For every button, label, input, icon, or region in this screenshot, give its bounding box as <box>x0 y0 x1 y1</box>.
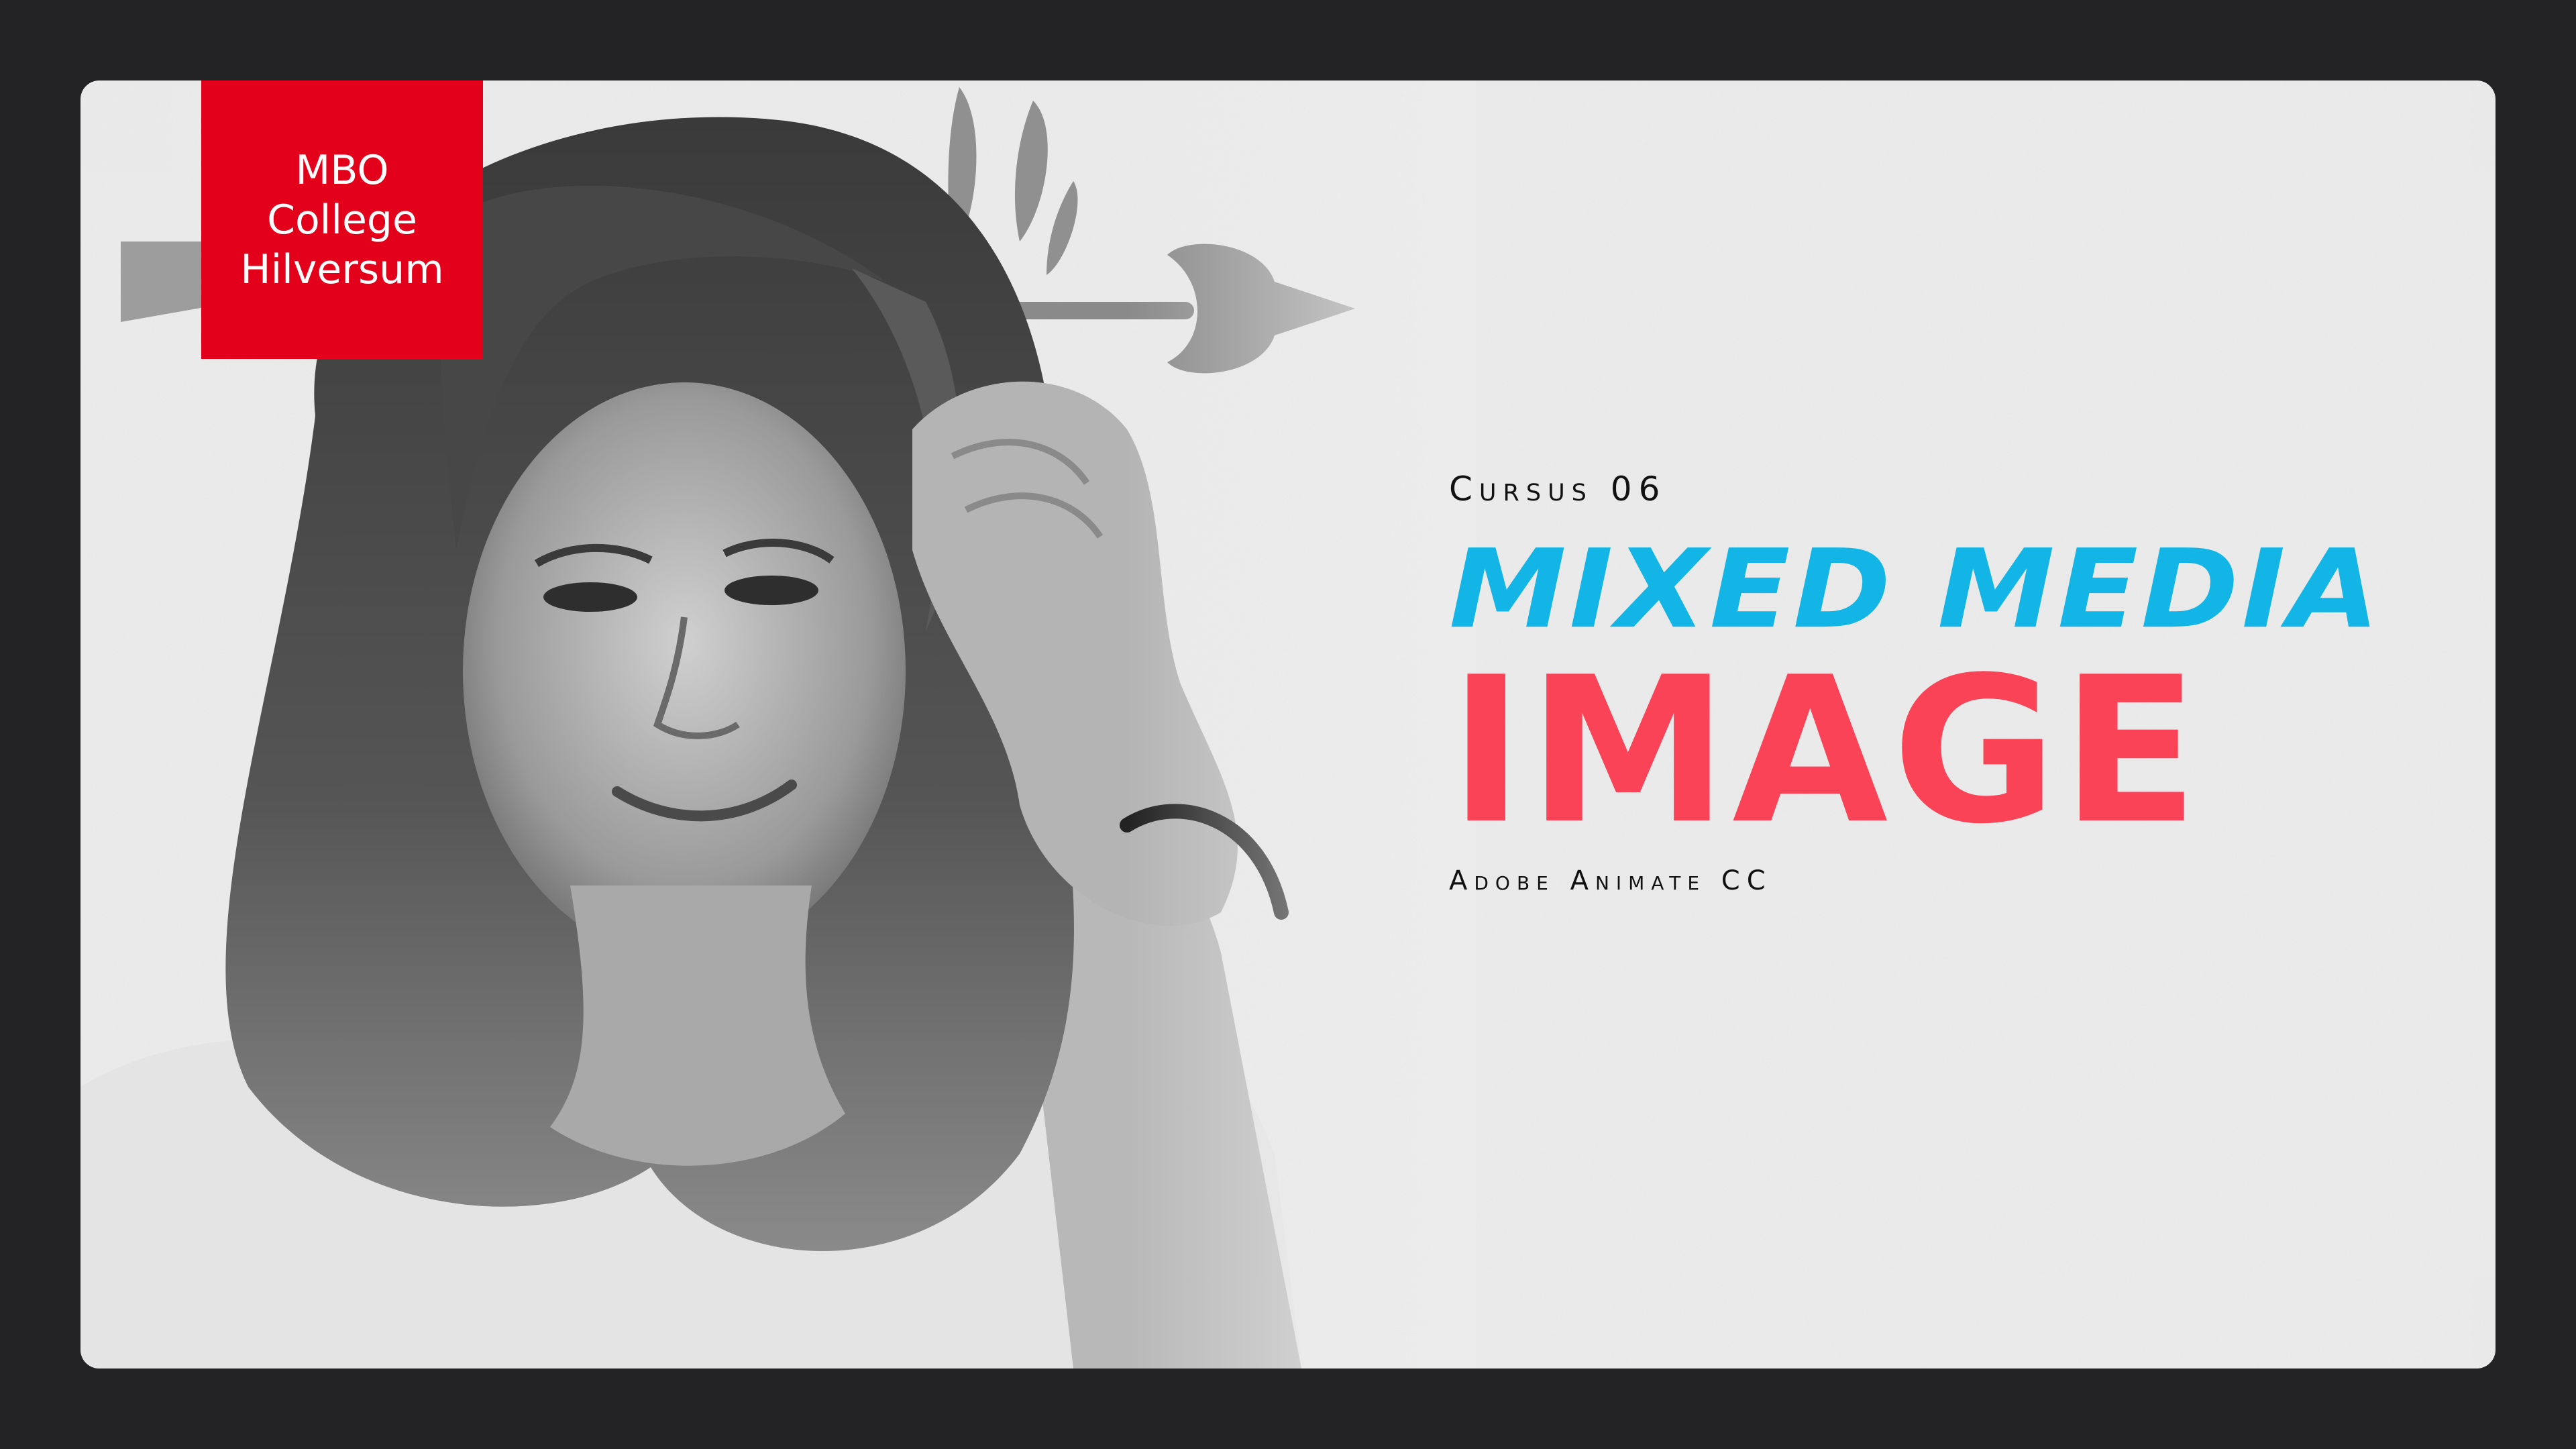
logo-line-2: College <box>267 196 417 244</box>
slide-card: MBO College Hilversum Cursus 06 MIXED ME… <box>80 80 2496 1368</box>
title-image: IMAGE <box>1449 634 2203 868</box>
title-mixed-media: MIXED MEDIA <box>1449 526 2383 653</box>
college-logo: MBO College Hilversum <box>201 80 483 359</box>
logo-line-1: MBO <box>295 146 389 194</box>
course-label: Cursus 06 <box>1449 470 1667 508</box>
title-block: Cursus 06 MIXED MEDIA IMAGE Adobe Animat… <box>1449 470 2388 896</box>
software-subtitle: Adobe Animate CC <box>1449 865 1772 896</box>
logo-line-3: Hilversum <box>240 246 444 293</box>
